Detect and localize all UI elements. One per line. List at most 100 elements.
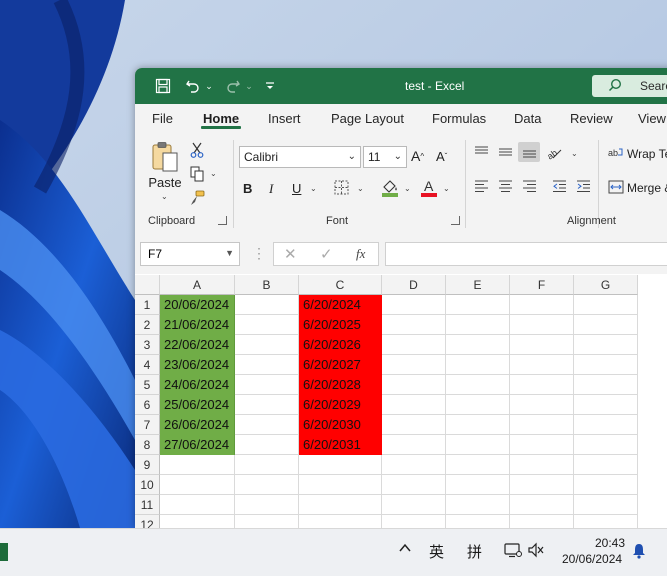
cell-e[interactable] (446, 355, 510, 375)
cell-c[interactable]: 6/20/2026 (299, 335, 382, 355)
cell-f[interactable] (510, 295, 574, 315)
cell-a[interactable] (160, 495, 235, 515)
row-header[interactable]: 1 (135, 295, 160, 315)
cell-b[interactable] (235, 415, 299, 435)
row-header[interactable]: 8 (135, 435, 160, 455)
tab-insert[interactable]: Insert (268, 111, 301, 126)
cell-a[interactable]: 24/06/2024 (160, 375, 235, 395)
middle-align-icon[interactable] (498, 146, 513, 158)
cell-c[interactable]: 6/20/2030 (299, 415, 382, 435)
cell-d[interactable] (382, 295, 446, 315)
undo-dropdown-icon[interactable]: ⌄ (199, 76, 219, 96)
cell-c[interactable]: 6/20/2031 (299, 435, 382, 455)
top-align-icon[interactable] (474, 146, 489, 158)
cell-b[interactable] (235, 475, 299, 495)
cell-g[interactable] (574, 435, 638, 455)
clock-time[interactable]: 20:43 (595, 536, 625, 550)
cell-b[interactable] (235, 335, 299, 355)
cell-f[interactable] (510, 475, 574, 495)
cell-c[interactable] (299, 495, 382, 515)
increase-indent-icon[interactable] (576, 180, 591, 193)
tab-data[interactable]: Data (514, 111, 541, 126)
cell-a[interactable]: 25/06/2024 (160, 395, 235, 415)
tab-page-layout[interactable]: Page Layout (331, 111, 404, 126)
cell-d[interactable] (382, 475, 446, 495)
cell-b[interactable] (235, 375, 299, 395)
cell-g[interactable] (574, 455, 638, 475)
cell-f[interactable] (510, 495, 574, 515)
font-size-dropdown[interactable]: 11 ⌄ (363, 146, 407, 168)
cell-e[interactable] (446, 415, 510, 435)
excel-taskbar-icon[interactable] (0, 543, 8, 561)
cell-g[interactable] (574, 415, 638, 435)
cell-f[interactable] (510, 315, 574, 335)
align-left-icon[interactable] (474, 180, 489, 193)
chevron-up-icon[interactable] (398, 541, 412, 558)
tab-file[interactable]: File (152, 111, 173, 126)
select-all-corner[interactable] (135, 275, 160, 295)
cell-g[interactable] (574, 375, 638, 395)
bold-icon[interactable]: B (243, 181, 252, 196)
enter-icon[interactable]: ✓ (320, 245, 333, 263)
borders-dropdown-icon[interactable]: ⌄ (357, 184, 364, 193)
row-header[interactable]: 12 (135, 515, 160, 528)
cell-g[interactable] (574, 515, 638, 528)
cell-f[interactable] (510, 515, 574, 528)
font-color-icon[interactable]: A (420, 178, 438, 198)
align-center-icon[interactable] (498, 180, 513, 193)
cell-g[interactable] (574, 495, 638, 515)
row-header[interactable]: 9 (135, 455, 160, 475)
cell-f[interactable] (510, 435, 574, 455)
cell-g[interactable] (574, 355, 638, 375)
row-header[interactable]: 4 (135, 355, 160, 375)
cell-c[interactable] (299, 475, 382, 495)
cell-e[interactable] (446, 375, 510, 395)
copy-dropdown-icon[interactable]: ⌄ (210, 169, 217, 178)
row-header[interactable]: 3 (135, 335, 160, 355)
column-header-g[interactable]: G (574, 275, 638, 295)
row-header[interactable]: 2 (135, 315, 160, 335)
cell-a[interactable]: 22/06/2024 (160, 335, 235, 355)
cell-e[interactable] (446, 495, 510, 515)
cell-f[interactable] (510, 415, 574, 435)
clock-date[interactable]: 20/06/2024 (562, 552, 622, 566)
paste-icon[interactable] (149, 140, 181, 174)
merge-label[interactable]: Merge & (627, 181, 667, 195)
cell-e[interactable] (446, 515, 510, 528)
cell-a[interactable] (160, 515, 235, 528)
cell-a[interactable] (160, 455, 235, 475)
font-color-dropdown-icon[interactable]: ⌄ (443, 184, 450, 193)
cell-b[interactable] (235, 455, 299, 475)
column-header-e[interactable]: E (446, 275, 510, 295)
tab-formulas[interactable]: Formulas (432, 111, 486, 126)
column-header-c[interactable]: C (299, 275, 382, 295)
row-header[interactable]: 7 (135, 415, 160, 435)
cell-g[interactable] (574, 475, 638, 495)
cell-c[interactable]: 6/20/2024 (299, 295, 382, 315)
cell-d[interactable] (382, 495, 446, 515)
network-icon[interactable] (504, 542, 522, 561)
orientation-icon[interactable]: ab (547, 146, 563, 160)
cell-g[interactable] (574, 295, 638, 315)
cell-d[interactable] (382, 515, 446, 528)
cell-d[interactable] (382, 375, 446, 395)
cell-c[interactable]: 6/20/2027 (299, 355, 382, 375)
merge-center-icon[interactable] (608, 180, 624, 194)
bottom-align-icon[interactable] (518, 142, 540, 162)
cell-d[interactable] (382, 395, 446, 415)
cancel-icon[interactable]: ✕ (284, 245, 297, 263)
cell-d[interactable] (382, 435, 446, 455)
customize-toolbar-icon[interactable] (260, 76, 280, 96)
cell-g[interactable] (574, 335, 638, 355)
cell-c[interactable] (299, 455, 382, 475)
tab-review[interactable]: Review (570, 111, 613, 126)
cell-e[interactable] (446, 435, 510, 455)
fill-color-dropdown-icon[interactable]: ⌄ (404, 184, 411, 193)
ime-mode-label[interactable]: 拼 (467, 541, 482, 562)
ime-language-label[interactable]: 英 (429, 541, 444, 562)
cell-d[interactable] (382, 315, 446, 335)
cell-b[interactable] (235, 435, 299, 455)
cell-a[interactable]: 27/06/2024 (160, 435, 235, 455)
cell-a[interactable]: 23/06/2024 (160, 355, 235, 375)
cell-a[interactable]: 20/06/2024 (160, 295, 235, 315)
